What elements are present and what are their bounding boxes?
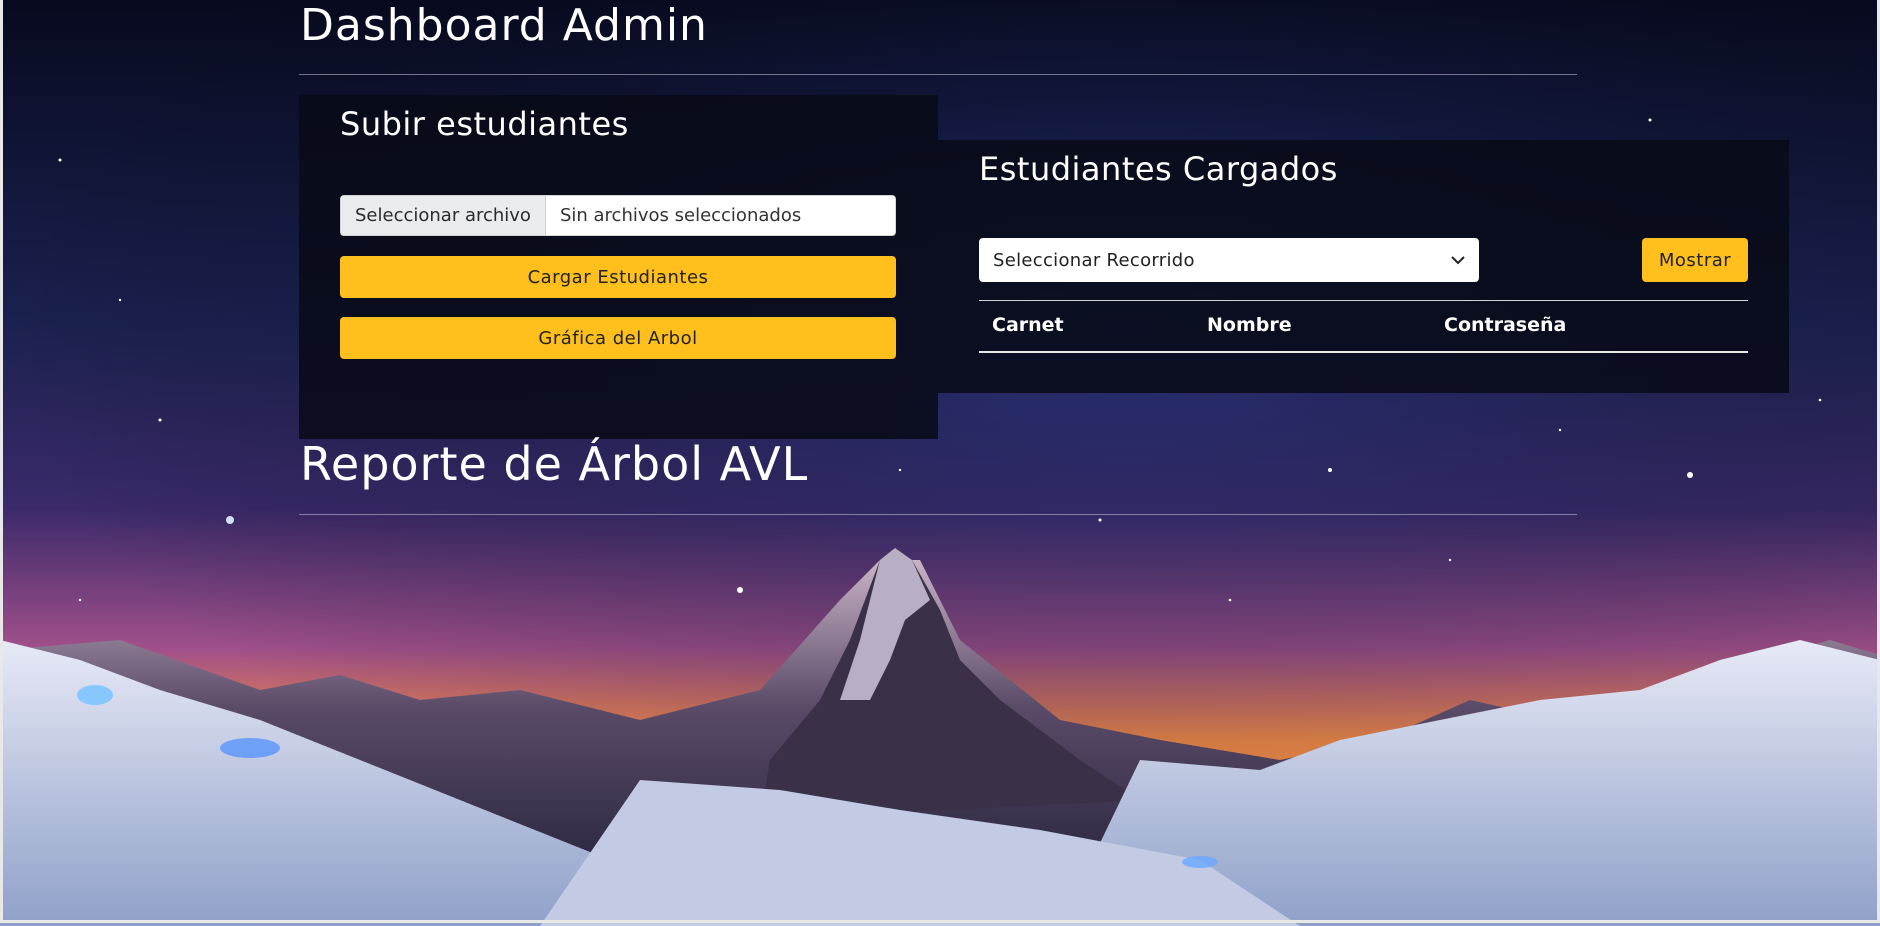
title-divider [299, 74, 1577, 75]
file-status-text: Sin archivos seleccionados [559, 205, 802, 226]
file-input[interactable]: Seleccionar archivo Sin archivos selecci… [340, 195, 896, 236]
background-landscape-image [0, 0, 1880, 926]
traversal-select-value: Seleccionar Recorrido [993, 249, 1195, 271]
upload-panel-title: Subir estudiantes [340, 105, 629, 143]
show-button[interactable]: Mostrar [1642, 238, 1748, 282]
tree-graph-button[interactable]: Gráfica del Arbol [340, 317, 896, 359]
column-header-contrasena: Contraseña [1444, 314, 1567, 336]
column-header-nombre: Nombre [1207, 314, 1292, 336]
report-title: Reporte de Árbol AVL [300, 437, 809, 491]
choose-file-button[interactable]: Seleccionar archivo [341, 196, 546, 235]
students-table: Carnet Nombre Contraseña [979, 300, 1748, 353]
upload-students-panel: Subir estudiantes Seleccionar archivo Si… [299, 95, 938, 439]
students-panel-title: Estudiantes Cargados [979, 150, 1338, 188]
chevron-down-icon [1451, 253, 1465, 267]
column-header-carnet: Carnet [992, 314, 1064, 336]
traversal-select[interactable]: Seleccionar Recorrido [979, 238, 1479, 282]
report-divider [299, 514, 1577, 515]
page-title: Dashboard Admin [300, 0, 708, 51]
loaded-students-panel: Estudiantes Cargados Seleccionar Recorri… [938, 140, 1789, 393]
load-students-button[interactable]: Cargar Estudiantes [340, 256, 896, 298]
